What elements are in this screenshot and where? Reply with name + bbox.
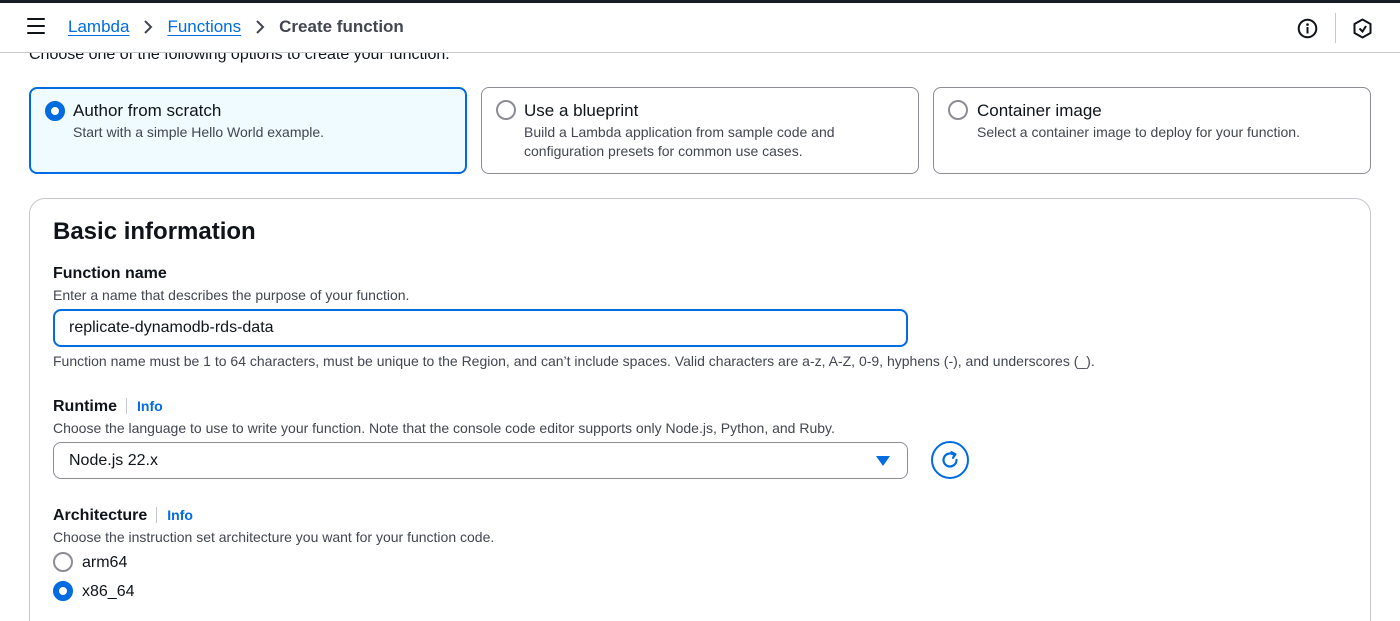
info-icon[interactable] [1297,18,1318,39]
option-use-a-blueprint[interactable]: Use a blueprint Build a Lambda applicati… [481,87,919,174]
option-title: Use a blueprint [524,101,639,120]
option-title: Author from scratch [73,101,222,120]
architecture-description: Choose the instruction set architecture … [53,529,495,545]
option-description: Build a Lambda application from sample c… [524,124,835,159]
option-container-image[interactable]: Container image Select a container image… [933,87,1371,174]
runtime-selected-value: Node.js 22.x [69,452,158,469]
radio-arm64[interactable] [53,552,73,572]
breadcrumb-lambda[interactable]: Lambda [68,17,129,37]
breadcrumb-functions[interactable]: Functions [167,17,241,37]
function-name-label: Function name [53,265,167,282]
breadcrumb-current: Create function [279,17,404,36]
chevron-right-icon [143,19,153,35]
runtime-description: Choose the language to use to write your… [53,420,835,436]
header: Lambda Functions Create function [0,3,1400,53]
function-name-input[interactable] [53,309,908,347]
runtime-label: Runtime [53,398,117,415]
panel-title: Basic information [53,218,256,245]
caret-down-icon [876,456,890,466]
header-divider [1335,13,1336,43]
basic-information-panel [29,198,1371,621]
refresh-icon [942,451,958,468]
option-description: Start with a simple Hello World example. [73,124,325,140]
x86-64-label[interactable]: x86_64 [82,583,135,601]
chevron-right-icon [255,19,265,35]
radio-use-a-blueprint[interactable] [496,100,516,120]
function-name-description: Enter a name that describes the purpose … [53,287,410,303]
runtime-info-link[interactable]: Info [126,398,163,414]
function-name-constraint: Function name must be 1 to 64 characters… [53,353,1095,369]
breadcrumb: Lambda Functions Create function [68,17,404,37]
architecture-label: Architecture [53,507,148,524]
architecture-info-link[interactable]: Info [156,507,193,523]
runtime-label-row: Runtime Info [53,398,163,416]
radio-container-image[interactable] [948,100,968,120]
arm64-label[interactable]: arm64 [82,554,127,572]
hexagon-icon[interactable] [1352,18,1373,39]
architecture-label-row: Architecture Info [53,507,193,525]
option-title: Container image [977,101,1102,120]
option-author-from-scratch[interactable]: Author from scratch Start with a simple … [29,87,467,174]
menu-icon[interactable] [27,18,45,36]
radio-x86-64[interactable] [53,581,73,601]
runtime-select[interactable]: Node.js 22.x [53,442,908,479]
refresh-runtime-button[interactable] [931,441,969,479]
radio-author-from-scratch[interactable] [45,101,65,121]
option-description: Select a container image to deploy for y… [977,124,1300,140]
